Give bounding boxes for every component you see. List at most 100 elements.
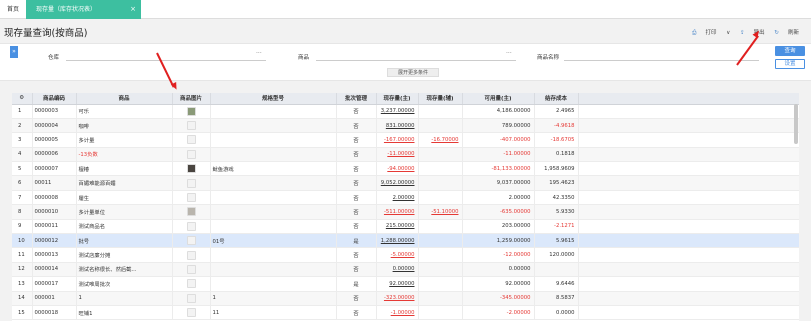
close-icon[interactable]: × [130, 0, 136, 19]
qty-aux[interactable] [418, 161, 463, 177]
refresh-button[interactable]: ↻ 刷新 [774, 30, 799, 36]
qty-aux[interactable] [418, 104, 463, 119]
product-thumbnail-icon[interactable] [186, 293, 196, 303]
product-thumbnail-icon[interactable] [186, 250, 196, 260]
row-index: 5 [12, 161, 33, 177]
closing-cost: -2.1271 [534, 219, 579, 235]
qty-aux[interactable] [418, 305, 463, 321]
qty-aux[interactable] [418, 233, 463, 249]
qty-main[interactable]: -11.00000 [376, 147, 419, 163]
table-row[interactable]: 12 0000014 测试名称很长、然后截... 否 0.00000 0.00000 [12, 262, 799, 278]
table-row[interactable]: 5 0000007 檀椿 鱿鱼游戏否 -94.00000 -81,133.00000 1,9… [12, 161, 799, 177]
product-picker-icon[interactable]: ··· [506, 50, 512, 57]
qty-aux[interactable] [418, 175, 463, 191]
warehouse-input[interactable] [66, 50, 266, 61]
warehouse-picker-icon[interactable]: ··· [256, 50, 262, 57]
spec-model [210, 276, 337, 292]
print-button[interactable]: ⎙ 打印 ∨ [692, 30, 730, 36]
row-index: 2 [12, 118, 33, 134]
product-thumbnail-icon[interactable] [186, 221, 196, 231]
available-main: 1,259.00000 [462, 233, 535, 249]
table-row[interactable]: 13 0000017 测试唯周批次是 92.00000 92.00000 9.6446 [12, 276, 799, 292]
qty-main[interactable]: -1.00000 [376, 305, 419, 321]
closing-cost: 120.0000 [534, 247, 579, 263]
qty-main[interactable]: 0.00000 [376, 262, 419, 278]
qty-main[interactable]: -5.00000 [376, 247, 419, 263]
product-name-input[interactable] [564, 50, 759, 61]
product-thumbnail-icon[interactable] [186, 207, 196, 217]
qty-aux[interactable] [418, 262, 463, 278]
product-thumbnail-icon[interactable] [186, 164, 196, 174]
product-input[interactable] [316, 50, 516, 61]
spec-model [210, 247, 337, 263]
qty-aux[interactable] [418, 276, 463, 292]
table-row[interactable]: 15 0000018 旺铺1 11 否 -1.00000 -2.00000 0.0000 [12, 305, 799, 321]
table-row[interactable]: 10 0000012 批号 01号是 1,288.00000 1,259.00000 5.9… [12, 233, 799, 249]
column-header[interactable]: 商品 [76, 93, 173, 105]
qty-main[interactable]: 3,237.00000 [376, 104, 419, 119]
product-thumbnail-icon[interactable] [186, 236, 196, 246]
product-thumbnail-icon[interactable] [186, 193, 196, 203]
qty-aux[interactable]: -51.10000 [418, 204, 463, 220]
product-thumbnail-icon[interactable] [186, 149, 196, 159]
qty-aux[interactable] [418, 118, 463, 134]
collapse-sidebar-button[interactable]: » [10, 46, 18, 58]
column-header[interactable]: 批次管理 [336, 93, 377, 105]
column-header[interactable]: 规格型号 [210, 93, 337, 105]
tab-home[interactable]: 首页 [0, 0, 26, 19]
qty-main[interactable]: 215.00000 [376, 219, 419, 235]
query-button[interactable]: 查询 [775, 46, 805, 56]
column-header[interactable]: 商品图片 [172, 93, 211, 105]
tab-inventory[interactable]: 现存量（库存状况表） × [26, 0, 141, 19]
product-thumbnail-icon[interactable] [186, 106, 196, 116]
qty-aux[interactable] [418, 291, 463, 306]
qty-main[interactable]: -511.00000 [376, 204, 419, 220]
table-row[interactable]: 7 0000008 履生否 2.00000 2.00000 42.3350 [12, 190, 799, 206]
column-header[interactable]: 现存量(辅) [418, 93, 463, 105]
qty-main[interactable]: -167.00000 [376, 132, 419, 148]
column-header[interactable]: 结存成本 [534, 93, 579, 105]
qty-aux[interactable] [418, 247, 463, 263]
qty-aux[interactable] [418, 147, 463, 163]
table-row[interactable]: 3 0000005 多计量 否 -167.00000 -16.70000 -407.0000… [12, 132, 799, 148]
table-row[interactable]: 4 0000006 -13负数否 -11.00000 -11.00000 0.1818 [12, 147, 799, 163]
product-image [172, 161, 211, 177]
table-row[interactable]: 14 000001 1 1 否 -323.00000 -345.00000 8.5837 [12, 291, 799, 306]
expand-more-conditions-button[interactable]: 展开更多条件 [387, 68, 439, 77]
qty-aux[interactable]: -16.70000 [418, 132, 463, 148]
table-row[interactable]: 1 0000003 可乐 否 3,237.00000 4,186.00000 2.4965 [12, 104, 799, 119]
column-header[interactable]: 可用量(主) [462, 93, 535, 105]
product-image [172, 291, 211, 306]
product-thumbnail-icon[interactable] [186, 178, 196, 188]
table-row[interactable]: 2 0000004 咖啡 否 831.00000 789.00000 -4.9618 [12, 118, 799, 134]
product-thumbnail-icon[interactable] [186, 279, 196, 289]
column-header[interactable]: 现存量(主) [376, 93, 419, 105]
qty-main[interactable]: -323.00000 [376, 291, 419, 306]
qty-aux[interactable] [418, 219, 463, 235]
table-scrollbar[interactable] [794, 104, 798, 144]
product-thumbnail-icon[interactable] [186, 264, 196, 274]
qty-aux[interactable] [418, 190, 463, 206]
table-row[interactable]: 8 0000010 多计量单位 否 -511.00000 -51.10000 -635.00… [12, 204, 799, 220]
table-row[interactable]: 9 0000011 测试商品名 否 215.00000 203.00000 -2.1271 [12, 219, 799, 235]
settings-button[interactable]: 设置 [775, 59, 805, 69]
table-row[interactable]: 6 00011 百媚难能源百媚 否 9,052.00000 9,037.00000 195.… [12, 175, 799, 191]
product-thumbnail-icon[interactable] [186, 121, 196, 131]
select-all-header[interactable]: ⚙ [12, 93, 33, 105]
closing-cost: 42.3350 [534, 190, 579, 206]
product-code: 0000018 [32, 305, 77, 321]
qty-main[interactable]: 831.00000 [376, 118, 419, 134]
table-row[interactable]: 11 0000013 测试店廉分摊 否 -5.00000 -12.00000 120.000… [12, 247, 799, 263]
qty-main[interactable]: 92.00000 [376, 276, 419, 292]
qty-main[interactable]: 9,052.00000 [376, 175, 419, 191]
qty-main[interactable]: -94.00000 [376, 161, 419, 177]
column-header[interactable]: 商品编码 [32, 93, 77, 105]
gear-icon[interactable]: ⚙ [19, 95, 24, 101]
qty-main[interactable]: 1,288.00000 [376, 233, 419, 249]
product-thumbnail-icon[interactable] [186, 135, 196, 145]
batch-managed: 否 [336, 247, 377, 263]
qty-main[interactable]: 2.00000 [376, 190, 419, 206]
product-code: 0000006 [32, 147, 77, 163]
available-main: -11.00000 [462, 147, 535, 163]
product-thumbnail-icon[interactable] [186, 308, 196, 318]
